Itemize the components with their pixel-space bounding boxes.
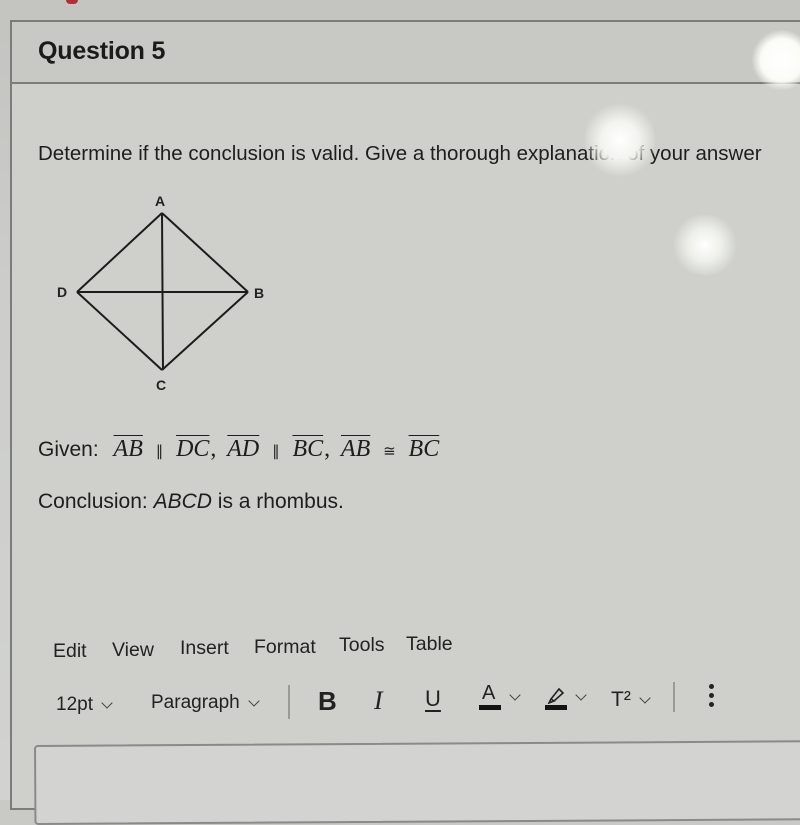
question-header: Question 5 (12, 22, 800, 84)
side-cd (76, 291, 163, 371)
menu-insert[interactable]: Insert (180, 637, 229, 660)
chevron-down-icon (101, 696, 113, 709)
conclusion-statement: Conclusion: ABCD is a rhombus. (38, 490, 344, 514)
conclusion-text: is a rhombus. (217, 490, 344, 513)
given-statement: Given: AB ∥ DC, AD ∥ BC, AB ≅ BC (38, 436, 440, 463)
color-swatch-bar (479, 705, 501, 710)
chevron-down-icon (248, 694, 260, 707)
chevron-down-icon (509, 688, 521, 701)
font-size-select[interactable]: 12pt (56, 694, 113, 716)
given-label: Given: (38, 438, 99, 461)
side-ab (161, 212, 249, 293)
rhombus-figure: A B C D (55, 188, 275, 398)
superscript-icon: T² (611, 688, 631, 711)
menu-tools[interactable]: Tools (339, 634, 385, 657)
toolbar-divider (288, 685, 290, 719)
partial-icon (66, 0, 78, 4)
conclusion-label: Conclusion: (38, 490, 148, 513)
side-da (76, 212, 163, 293)
menu-table[interactable]: Table (406, 633, 453, 656)
vertex-label-d: D (57, 284, 67, 300)
top-browser-strip (0, 0, 800, 20)
comma: , (324, 436, 331, 462)
segment: AD (227, 436, 260, 462)
editor-toolbar: 12pt Paragraph B I U A T² (0, 682, 800, 728)
underline-icon: U (425, 686, 441, 711)
block-format-value: Paragraph (151, 692, 240, 713)
text-color-button[interactable]: A (479, 682, 521, 710)
question-prompt: Determine if the conclusion is valid. Gi… (38, 142, 762, 165)
menu-format[interactable]: Format (254, 636, 316, 659)
chevron-down-icon (575, 688, 587, 701)
underline-button[interactable]: U (425, 686, 441, 712)
bold-button[interactable]: B (318, 686, 337, 717)
more-vertical-icon[interactable] (709, 684, 715, 707)
bold-icon: B (318, 686, 337, 716)
vertex-label-a: A (155, 193, 165, 209)
toolbar-divider (673, 682, 675, 712)
congruent-symbol: ≅ (383, 442, 396, 460)
answer-editor[interactable] (34, 740, 800, 825)
segment: BC (292, 436, 324, 462)
superscript-button[interactable]: T² (611, 688, 651, 712)
color-swatch-bar (545, 705, 567, 710)
comma: , (210, 436, 217, 462)
highlighter-icon (545, 684, 567, 710)
highlight-color-button[interactable] (545, 684, 587, 710)
vertex-label-c: C (156, 377, 166, 393)
block-format-select[interactable]: Paragraph (151, 692, 260, 714)
side-bc (161, 291, 249, 371)
parallel-symbol: ∥ (155, 442, 164, 460)
parallel-symbol: ∥ (272, 442, 280, 460)
vertex-label-b: B (254, 285, 264, 301)
italic-button[interactable]: I (374, 686, 383, 716)
segment: AB (113, 436, 143, 462)
segment: BC (408, 436, 440, 462)
segment: DC (176, 436, 210, 462)
menu-view[interactable]: View (112, 639, 154, 662)
italic-icon: I (374, 686, 383, 715)
menu-edit[interactable]: Edit (53, 640, 87, 663)
font-size-value: 12pt (56, 694, 93, 715)
text-color-icon: A (479, 682, 501, 710)
question-title: Question 5 (38, 37, 166, 65)
chevron-down-icon (639, 691, 651, 704)
segment: AB (340, 436, 371, 462)
conclusion-subject: ABCD (153, 490, 212, 513)
